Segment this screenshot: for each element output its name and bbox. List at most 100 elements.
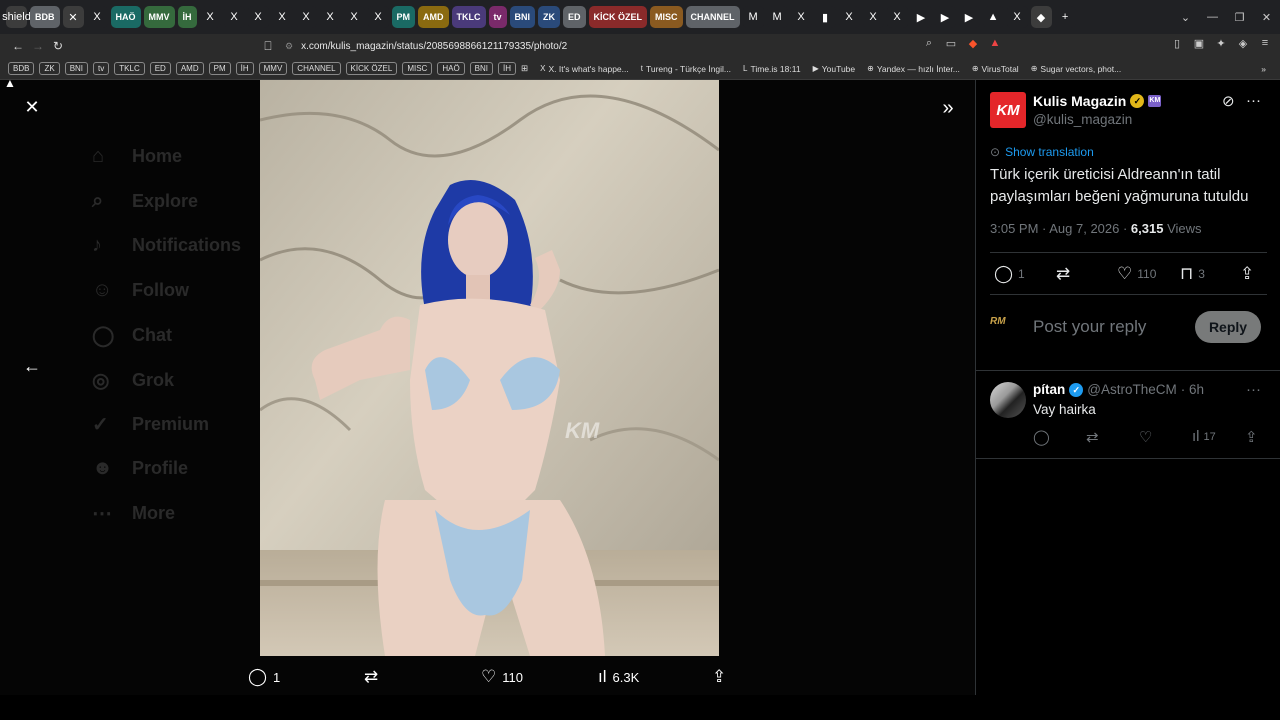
tab-12[interactable]: X [319, 6, 341, 28]
vpn-icon[interactable]: ◈ [1232, 37, 1254, 50]
commenter-avatar[interactable] [990, 382, 1026, 418]
collapse-panel-icon[interactable]: » [936, 97, 960, 121]
tab-group-16[interactable]: AMD [418, 6, 449, 28]
bookmark-group-6[interactable]: AMD [175, 62, 204, 75]
bookmark-group-11[interactable]: KİCK ÖZEL [345, 62, 398, 75]
author-avatar[interactable]: KM [990, 92, 1026, 128]
reply-submit-button[interactable]: Reply [1195, 311, 1261, 343]
commenter-name-row[interactable]: pítan ✓ @AstroTheCM · 6h [1033, 382, 1204, 397]
bookmark-link-5[interactable]: ⊕ VirusTotal [972, 64, 1019, 74]
grok-icon[interactable]: ⊘ [1222, 92, 1235, 110]
tab-36[interactable]: X [1006, 6, 1028, 28]
tab-38[interactable]: + [1054, 6, 1076, 28]
comment-reply-button[interactable]: ◯ [1033, 428, 1054, 446]
bookmark-group-9[interactable]: MMV [258, 62, 288, 75]
close-media-icon[interactable]: ✕ [20, 97, 44, 121]
tab-group-18[interactable]: tv [488, 6, 507, 28]
show-translation-link[interactable]: ⊙ Show translation [990, 145, 1094, 159]
tab-2[interactable]: ✕ [62, 6, 84, 28]
bookmark-page-icon[interactable]: ⎕ [258, 39, 278, 54]
tab-group-23[interactable]: MISC [650, 6, 683, 28]
share-button[interactable]: ⇪ [1240, 264, 1259, 284]
media-share-button[interactable]: ⇪ [712, 667, 732, 687]
tab-group-5[interactable]: MMV [143, 6, 175, 28]
tab-10[interactable]: X [271, 6, 293, 28]
bookmark-group-13[interactable]: HAÖ [437, 62, 465, 75]
tab-group-19[interactable]: BNI [509, 6, 536, 28]
tab-group-21[interactable]: ED [563, 6, 586, 28]
apps-grid-icon[interactable]: ⊞ [521, 63, 528, 74]
forward-nav-icon[interactable]: → [28, 39, 48, 53]
bookmark-button[interactable]: ⊓ 3 [1180, 264, 1205, 284]
site-info-icon[interactable]: ⚙ [285, 41, 293, 52]
tab-26[interactable]: M [766, 6, 788, 28]
tab-group-1[interactable]: BDB [30, 6, 60, 28]
tab-group-4[interactable]: HAÖ [110, 6, 141, 28]
sidebar-icon[interactable]: ▯ [1166, 37, 1188, 50]
tab-25[interactable]: M [742, 6, 764, 28]
extensions-icon[interactable]: ✦ [1210, 37, 1232, 50]
comment-more-icon[interactable]: ··· [1246, 381, 1261, 398]
media-repost-button[interactable]: ⇄ [364, 667, 384, 687]
bookmark-group-3[interactable]: tv [93, 62, 110, 75]
tab-14[interactable]: X [367, 6, 389, 28]
media-reply-button[interactable]: ◯ 1 [248, 667, 280, 687]
tab-34[interactable]: ▶ [958, 6, 980, 28]
tab-group-24[interactable]: CHANNEL [685, 6, 740, 28]
tab-11[interactable]: X [295, 6, 317, 28]
like-button[interactable]: ♡ 110 [1117, 264, 1156, 284]
rewards-icon[interactable]: ▲ [984, 37, 1006, 50]
more-bookmarks-icon[interactable]: » [1261, 64, 1266, 74]
comment-views-button[interactable]: ıl 17 [1192, 428, 1216, 445]
bookmark-link-2[interactable]: L Time.is 18:11 [743, 64, 801, 74]
bookmark-group-15[interactable]: İH [498, 62, 517, 75]
reply-input[interactable]: Post your reply [1033, 317, 1146, 337]
tab-group-6[interactable]: İH [177, 6, 197, 28]
cast-icon[interactable]: ▭ [940, 37, 962, 50]
bookmark-group-12[interactable]: MISC [402, 62, 433, 75]
tab-group-15[interactable]: PM [391, 6, 415, 28]
menu-icon[interactable]: ≡ [1254, 37, 1276, 50]
previous-photo-icon[interactable]: ← [20, 356, 44, 380]
bookmark-link-6[interactable]: ⊕ Sugar vectors, phot... [1031, 64, 1122, 74]
tab-3[interactable]: X [86, 6, 108, 28]
back-nav-icon[interactable]: ← [8, 39, 28, 53]
bookmark-group-2[interactable]: BNI [64, 62, 89, 75]
reply-button[interactable]: ◯ 1 [994, 264, 1025, 284]
tweet-time[interactable]: 3:05 PM · Aug 7, 2026 · [990, 221, 1131, 236]
bookmark-group-10[interactable]: CHANNEL [292, 62, 341, 75]
tab-group-17[interactable]: TKLC [451, 6, 486, 28]
author-handle[interactable]: @kulis_magazin [1033, 112, 1132, 127]
wallet-icon[interactable]: ▣ [1188, 37, 1210, 50]
repost-button[interactable]: ⇄ [1056, 264, 1075, 284]
author-name-row[interactable]: Kulis Magazin ✓ KM [1033, 93, 1162, 109]
reload-icon[interactable]: ↻ [48, 39, 68, 53]
media-views-button[interactable]: ıl 6.3K [598, 667, 639, 687]
chevron-down-icon[interactable]: ⌄ [1172, 11, 1199, 24]
bookmark-link-1[interactable]: t Tureng - Türkçe İngil... [641, 64, 731, 74]
bookmark-link-3[interactable]: ▶ YouTube [813, 64, 856, 74]
bookmark-group-0[interactable]: BDB [8, 62, 35, 75]
tab-27[interactable]: X [790, 6, 812, 28]
tab-group-20[interactable]: ZK [538, 6, 561, 28]
tab-29[interactable]: X [838, 6, 860, 28]
tab-0[interactable]: shield [2, 6, 31, 28]
tab-9[interactable]: X [247, 6, 269, 28]
close-window-icon[interactable]: ✕ [1253, 11, 1280, 24]
restore-icon[interactable]: ❐ [1226, 11, 1253, 24]
tab-37[interactable]: ◆ [1030, 6, 1052, 28]
more-options-icon[interactable]: ··· [1246, 92, 1261, 109]
tab-group-22[interactable]: KİCK ÖZEL [588, 6, 648, 28]
comment-like-button[interactable]: ♡ [1139, 428, 1156, 446]
bookmark-group-5[interactable]: ED [149, 62, 171, 75]
brave-shield-icon[interactable]: ◆ [962, 37, 984, 50]
comment-share-button[interactable]: ⇪ [1245, 428, 1262, 446]
bookmark-link-4[interactable]: ⊕ Yandex — hızlı İnter... [867, 64, 960, 74]
media-like-button[interactable]: ♡ 110 [481, 667, 523, 687]
tab-35[interactable]: ▲ [982, 6, 1004, 28]
tab-30[interactable]: X [862, 6, 884, 28]
tab-8[interactable]: X [223, 6, 245, 28]
url-field[interactable]: ⚙ x.com/kulis_magazin/status/208569886612… [285, 36, 1005, 56]
bookmark-group-14[interactable]: BNI [469, 62, 494, 75]
tab-33[interactable]: ▶ [934, 6, 956, 28]
